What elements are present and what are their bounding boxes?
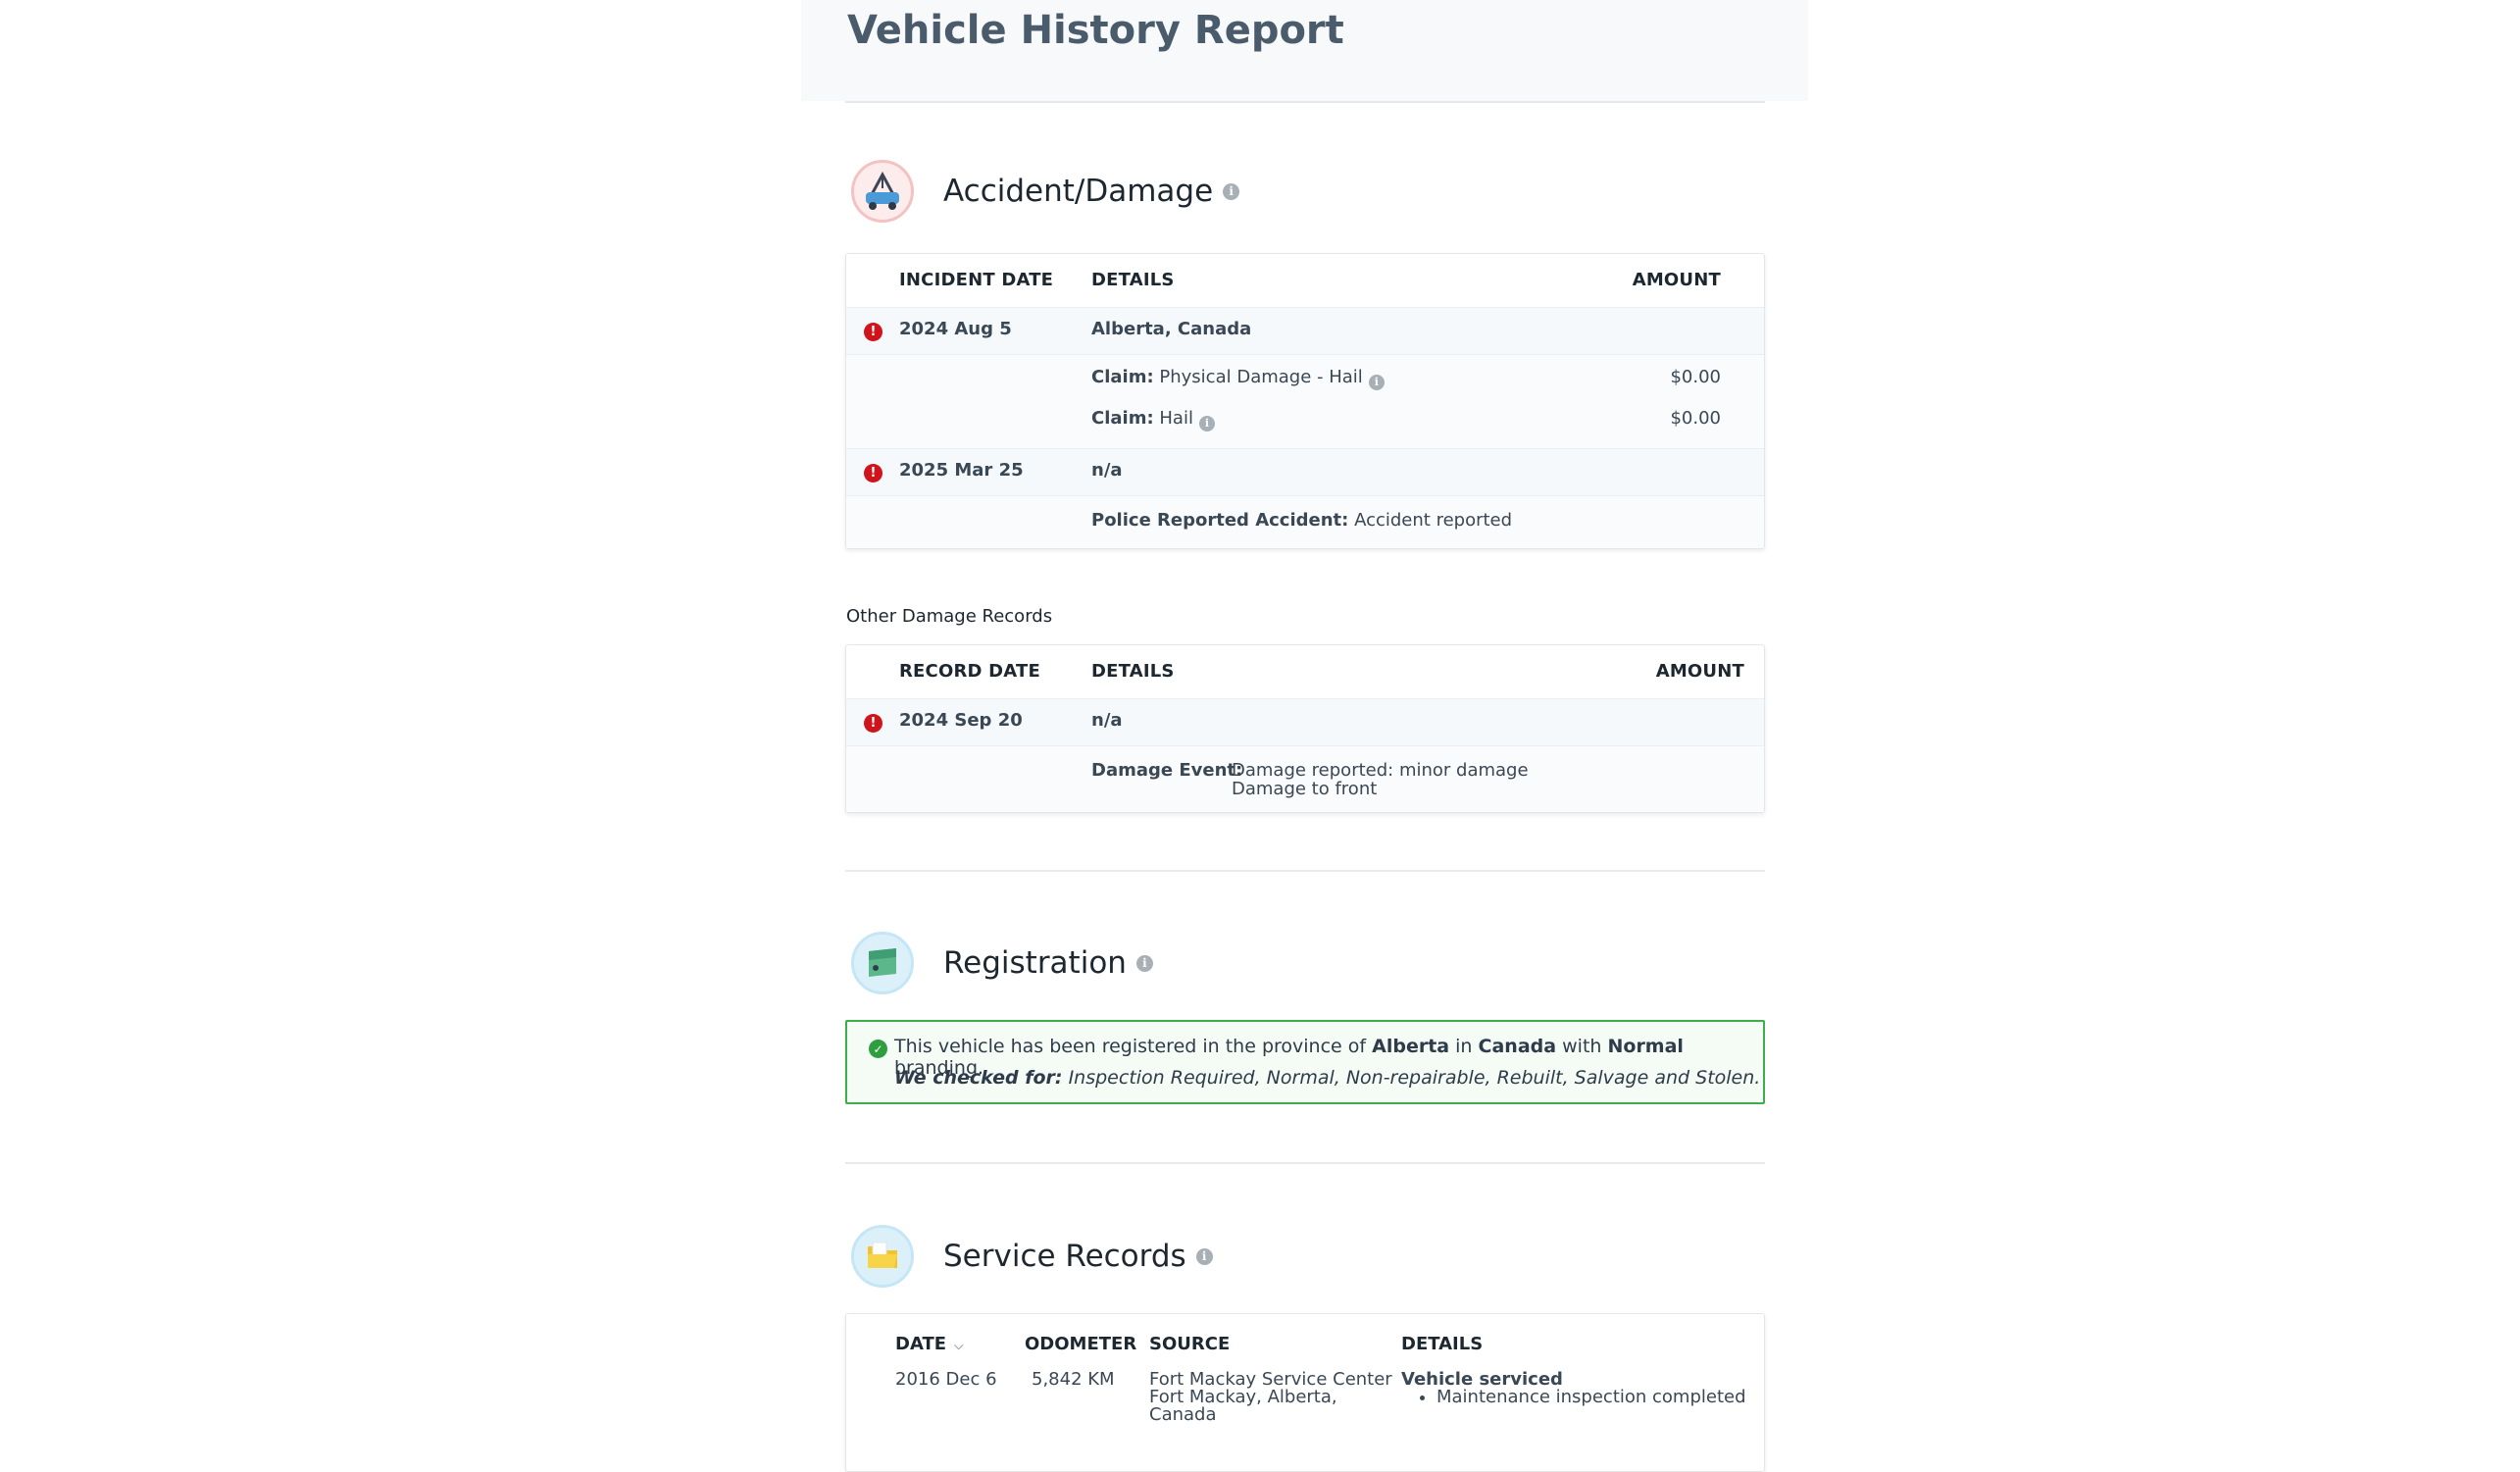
- section-divider: [845, 1162, 1765, 1164]
- record-date: 2024 Sep 20: [899, 710, 1023, 731]
- registration-card-icon: [851, 932, 914, 994]
- column-header-details: DETAILS: [1401, 1334, 1484, 1354]
- sort-chevron-icon[interactable]: ⌵: [954, 1339, 963, 1352]
- other-damage-label: Other Damage Records: [846, 606, 1053, 627]
- service-section-header: Service Records i: [851, 1225, 1213, 1288]
- registration-status-box: ✓ This vehicle has been registered in th…: [845, 1020, 1765, 1104]
- page-title: Vehicle History Report: [847, 8, 1344, 53]
- registration-branding: Normal: [1607, 1036, 1684, 1057]
- claim-amount: $0.00: [1670, 408, 1721, 429]
- column-header-amount: AMOUNT: [1632, 270, 1721, 290]
- incident-date: 2025 Mar 25: [899, 460, 1024, 481]
- claim-amount: $0.00: [1670, 367, 1721, 387]
- registration-country: Canada: [1478, 1036, 1557, 1057]
- registration-section-header: Registration i: [851, 932, 1153, 994]
- column-header-date: RECORD DATE: [899, 661, 1040, 682]
- other-damage-table: RECORD DATE DETAILS AMOUNT ! 2024 Sep 20…: [845, 644, 1765, 813]
- folder-icon: [851, 1225, 914, 1288]
- damage-event-label: Damage Event:: [1091, 760, 1243, 781]
- info-icon[interactable]: i: [1198, 415, 1215, 431]
- table-row: ! 2025 Mar 25 n/a: [846, 449, 1764, 496]
- service-date: 2016 Dec 6: [895, 1369, 997, 1390]
- registration-section-title: Registration: [943, 945, 1127, 981]
- claim-value: Hail: [1159, 408, 1193, 429]
- table-row-detail: Claim: Physical Damage - Hail i $0.00 Cla…: [846, 355, 1764, 449]
- tow-truck-icon: [851, 160, 914, 223]
- column-header-date: INCIDENT DATE: [899, 270, 1054, 290]
- accident-section-title: Accident/Damage: [943, 174, 1214, 209]
- column-header-date[interactable]: DATE ⌵: [895, 1334, 963, 1354]
- police-report-line: Police Reported Accident: Accident repor…: [1091, 510, 1513, 531]
- accident-section-header: Accident/Damage i: [851, 160, 1240, 223]
- header-divider: [845, 101, 1765, 103]
- incident-location: n/a: [1091, 460, 1123, 481]
- alert-icon: !: [864, 714, 882, 733]
- accident-table: INCIDENT DATE DETAILS AMOUNT ! 2024 Aug …: [845, 253, 1765, 549]
- service-records-table: DATE ⌵ ODOMETER SOURCE DETAILS 2016 Dec 6…: [845, 1313, 1765, 1472]
- claim-line: Claim: Hail i: [1091, 408, 1215, 431]
- record-location: n/a: [1091, 710, 1123, 731]
- service-section-title: Service Records: [943, 1239, 1186, 1274]
- registration-checked-for: We checked for: Inspection Required, Nor…: [894, 1067, 1761, 1089]
- claim-value: Physical Damage - Hail: [1159, 367, 1363, 387]
- service-details-list: Maintenance inspection completed: [1401, 1389, 1746, 1406]
- damage-event-line: Damage to front: [1232, 779, 1378, 799]
- info-icon[interactable]: i: [1223, 182, 1240, 200]
- section-divider: [845, 870, 1765, 872]
- table-row-detail: Damage Event: Damage reported: minor dam…: [846, 746, 1764, 811]
- info-icon[interactable]: i: [1195, 1247, 1213, 1265]
- registration-province: Alberta: [1372, 1036, 1450, 1057]
- column-header-odometer: ODOMETER: [1025, 1334, 1137, 1354]
- info-icon[interactable]: i: [1135, 954, 1153, 972]
- check-icon: ✓: [869, 1040, 887, 1058]
- alert-icon: !: [864, 323, 882, 341]
- list-item: Maintenance inspection completed: [1436, 1389, 1746, 1406]
- column-header-amount: AMOUNT: [1655, 661, 1744, 682]
- other-damage-table-header: RECORD DATE DETAILS AMOUNT: [846, 645, 1764, 699]
- column-header-details: DETAILS: [1091, 661, 1175, 682]
- accident-table-header: INCIDENT DATE DETAILS AMOUNT: [846, 254, 1764, 308]
- column-header-details: DETAILS: [1091, 270, 1175, 290]
- report-page: Vehicle History Report Accident/Damage i…: [0, 0, 2520, 1472]
- damage-event-line: Damage reported: minor damage: [1232, 760, 1529, 781]
- table-row-detail: Police Reported Accident: Accident repor…: [846, 496, 1764, 548]
- claim-line: Claim: Physical Damage - Hail i: [1091, 367, 1385, 390]
- info-icon[interactable]: i: [1368, 374, 1385, 390]
- service-source: Fort Mackay Service Center Fort Mackay, …: [1149, 1369, 1392, 1425]
- incident-date: 2024 Aug 5: [899, 319, 1012, 339]
- service-odometer: 5,842 KM: [1032, 1369, 1115, 1390]
- table-row: ! 2024 Aug 5 Alberta, Canada: [846, 308, 1764, 355]
- service-details: Vehicle serviced Maintenance inspection …: [1401, 1371, 1746, 1406]
- incident-location: Alberta, Canada: [1091, 319, 1252, 339]
- column-header-source: SOURCE: [1149, 1334, 1231, 1354]
- alert-icon: !: [864, 464, 882, 482]
- table-row: ! 2024 Sep 20 n/a: [846, 699, 1764, 746]
